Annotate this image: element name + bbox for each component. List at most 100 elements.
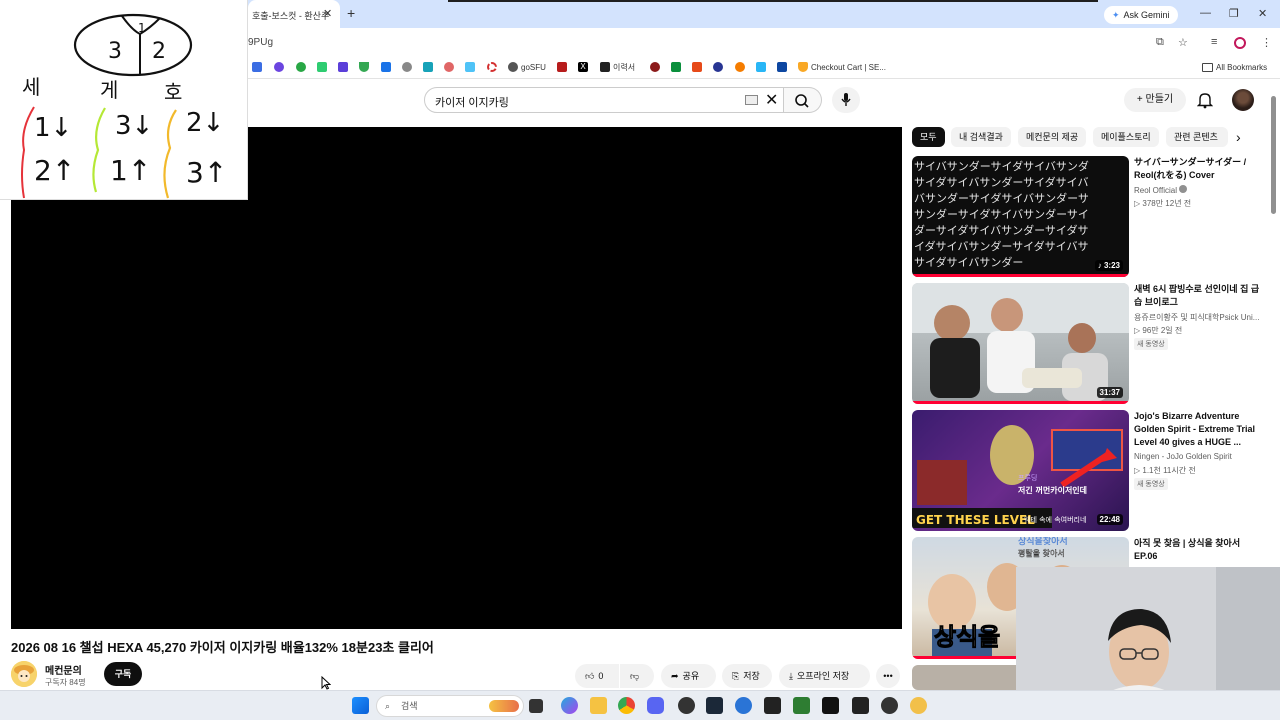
bookmark-favicon[interactable] [756,61,766,73]
dislike-button[interactable]: 👎︎ [620,664,654,688]
all-bookmarks[interactable]: All Bookmarks [1202,61,1267,73]
app-icon[interactable] [764,697,781,714]
like-button[interactable]: 👍︎ 0 [575,664,619,688]
rec-thumbnail[interactable]: 31:37 [912,283,1129,404]
bookmark-favicon[interactable] [317,61,327,73]
chevron-right-icon[interactable]: › [1236,129,1241,145]
rec-title[interactable]: 아직 못 찾음 | 상식을 찾아서 EP.06 [1134,537,1264,563]
chip-from-channel[interactable]: 메컨문의 제공 [1018,127,1087,147]
account-avatar[interactable] [1232,89,1254,111]
capcut-icon[interactable] [822,697,839,714]
create-button[interactable]: + 만들기 [1124,88,1186,112]
clear-search-icon[interactable]: ✕ [765,90,778,110]
bookmark-icon: ⎘ [732,671,740,681]
bookmark-gosfu[interactable]: goSFU [508,61,546,73]
task-view-icon[interactable] [529,699,543,713]
taskbar-search-placeholder: 검색 [401,701,418,711]
restore-icon[interactable]: ❐ [1229,7,1239,20]
notifications-button[interactable] [1196,91,1214,114]
chrome-icon[interactable] [618,697,635,714]
create-label: 만들기 [1145,94,1174,105]
reading-mode-icon[interactable]: ≡ [1211,36,1217,48]
menu-kebab-icon[interactable]: ⋮ [1261,36,1272,49]
katakana-pattern-image: サイバサンダーサイダサイバサンダ サイダサイバサンダーサイダサイバ バサンダーサ… [912,159,1129,277]
rec-channel[interactable]: 용쥬르이황주 및 피식대학Psick Uni... [1134,312,1262,323]
close-window-icon[interactable]: ✕ [1258,7,1267,20]
profile-icon[interactable] [1234,37,1246,49]
tab-close-icon[interactable]: ✕ [323,7,332,20]
rec-thumbnail[interactable]: サイバサンダーサイダサイバサンダ サイダサイバサンダーサイダサイバ バサンダーサ… [912,156,1129,277]
rec-channel[interactable]: Ningen - JoJo Golden Spirit [1134,452,1262,461]
bookmark-star-icon[interactable]: ☆ [1178,36,1188,49]
bookmark-favicon[interactable] [274,61,284,73]
app-icon[interactable] [852,697,869,714]
rec-title[interactable]: Jojo's Bizarre Adventure Golden Spirit -… [1134,410,1264,449]
download-button[interactable]: ⤓ 오프라인 저장 [779,664,870,688]
bookmark-favicon[interactable] [381,61,391,73]
bookmark-favicon[interactable] [487,61,497,73]
save-button[interactable]: ⎘ 저장 [722,664,772,688]
install-app-icon[interactable]: ⧉ [1156,36,1164,49]
bookmark-favicon[interactable] [713,61,723,73]
bookmark-checkout[interactable]: Checkout Cart | SE... [798,61,886,73]
app-icon[interactable] [735,697,752,714]
more-actions-button[interactable]: ••• [876,664,900,688]
obs-icon[interactable] [678,697,695,714]
note-r2c1: 2↑ [34,154,75,187]
chip-maplestory[interactable]: 메이플스토리 [1093,127,1159,147]
app-icon[interactable] [881,697,898,714]
minimize-icon[interactable]: — [1200,7,1211,19]
keyboard-icon[interactable] [745,95,758,105]
bookmark-resume[interactable]: 이력서 [600,61,635,73]
bookmark-favicon[interactable] [252,61,262,73]
rec-thumbnail[interactable]: GET THESE LEVEL 저긴 꺼먼카이저인데 프루딩 웨테 속에 속여버… [912,410,1129,531]
bookmark-favicon[interactable] [402,61,412,73]
new-tab-icon[interactable]: + [347,5,355,21]
bookmark-favicon[interactable] [671,61,681,73]
search-button[interactable] [784,87,822,113]
file-explorer-icon[interactable] [590,697,607,714]
rec-title[interactable]: 새벽 6시 팝빙수로 선인이네 집 급습 브이로그 [1134,283,1264,309]
share-button[interactable]: ➦ 공유 [661,664,716,688]
bookmark-favicon[interactable] [296,61,306,73]
bookmark-favicon[interactable] [423,61,433,73]
all-bookmarks-label: All Bookmarks [1216,62,1268,72]
channel-avatar[interactable] [11,661,37,687]
taskbar-search[interactable]: ⌕ 검색 [376,695,524,717]
windows-start-icon[interactable] [352,697,369,714]
note-circle-right: 2 [152,39,166,64]
search-query-text: 카이저 이지카링 [435,97,509,109]
copilot-icon[interactable] [561,697,578,714]
voice-search-button[interactable] [832,87,860,113]
url-text[interactable]: 9PUg [248,37,273,48]
ask-gemini-label: Ask Gemini [1123,10,1170,20]
chip-my-searches[interactable]: 내 검색결과 [951,127,1011,147]
channel-avatar-image [11,661,37,687]
bookmark-favicon[interactable] [338,61,348,73]
app-icon[interactable] [910,697,927,714]
bookmark-favicon[interactable] [444,61,454,73]
channel-name[interactable]: 메컨문의 [45,662,82,677]
rec-title[interactable]: サイバーサンダーサイダー / Reol(れをる) Cover [1134,156,1264,182]
rec-channel[interactable]: Reol Official [1134,185,1262,195]
bookmark-favicon[interactable] [359,61,369,73]
chip-all[interactable]: 모두 [912,127,945,147]
bookmark-x[interactable]: X [578,61,588,73]
ask-gemini-button[interactable]: ✦ Ask Gemini [1104,6,1178,24]
new-video-badge: 새 동영상 [1134,338,1168,350]
bookmark-favicon[interactable] [557,61,567,73]
chip-related[interactable]: 관련 콘텐츠 [1166,127,1228,147]
page-scrollbar[interactable] [1271,96,1276,214]
search-input[interactable]: 카이저 이지카링 ✕ [424,87,784,113]
bookmark-favicon[interactable] [465,61,475,73]
bookmark-favicon[interactable] [735,61,745,73]
video-player[interactable] [11,127,902,629]
discord-icon[interactable] [647,697,664,714]
bookmark-favicon[interactable] [650,61,660,73]
svg-text:バサンダーサイダサイバサンダーサ: バサンダーサイダサイバサンダーサ [914,191,1089,205]
minecraft-icon[interactable] [793,697,810,714]
subscribe-button[interactable]: 구독 [104,662,142,686]
bookmark-favicon[interactable] [777,61,787,73]
bookmark-favicon[interactable] [692,61,702,73]
steam-icon[interactable] [706,697,723,714]
